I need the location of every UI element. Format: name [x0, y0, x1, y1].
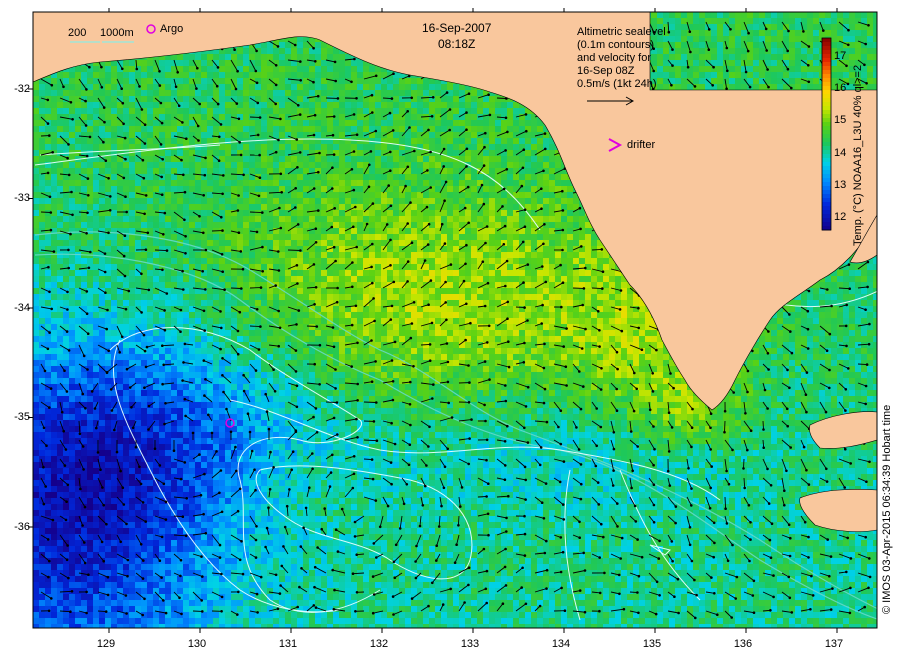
colorbar-segment: [822, 210, 831, 215]
colorbar-tick: 16: [834, 82, 847, 94]
colorbar-segment: [822, 206, 831, 211]
credit-text: © IMOS 03-Apr-2015 06:34:39 Hobart time: [881, 404, 893, 614]
x-tick-label: 137: [824, 638, 844, 650]
argo-legend-label: Argo: [160, 23, 184, 35]
y-tick-label: -32: [14, 83, 30, 95]
colorbar-segment: [822, 186, 831, 191]
colorbar-tick: 13: [834, 179, 847, 191]
y-tick-label: -36: [14, 521, 30, 533]
sst-map: [28, 8, 878, 633]
colorbar-segment: [822, 86, 831, 91]
colorbar-segment: [822, 106, 831, 111]
altimetry-line-5: 0.5m/s (1kt 24h): [577, 78, 657, 90]
colorbar-segment: [822, 214, 831, 219]
colorbar-tick: 12: [834, 211, 847, 223]
depth-200-label: 200: [68, 27, 87, 39]
colorbar-segment: [822, 154, 831, 159]
colorbar-tick: 14: [834, 147, 847, 159]
map-date: 16-Sep-2007: [422, 21, 492, 35]
colorbar-segment: [822, 182, 831, 187]
altimetry-line-1: Altimetric sealevel: [577, 26, 666, 38]
colorbar-segment: [822, 202, 831, 207]
colorbar-segment: [822, 66, 831, 71]
colorbar-segment: [822, 58, 831, 63]
colorbar-segment: [822, 90, 831, 95]
colorbar-segment: [822, 94, 831, 99]
drifter-legend-label: drifter: [627, 139, 656, 151]
colorbar-segment: [822, 222, 831, 227]
colorbar-segment: [822, 102, 831, 107]
altimetry-line-4: 16-Sep 08Z: [577, 65, 635, 77]
colorbar-segment: [822, 54, 831, 59]
colorbar-segment: [822, 190, 831, 195]
x-tick-label: 131: [278, 638, 298, 650]
colorbar-tick: 15: [834, 114, 847, 126]
colorbar-segment: [822, 130, 831, 135]
colorbar-segment: [822, 166, 831, 171]
colorbar-segment: [822, 46, 831, 51]
x-tick-label: 135: [642, 638, 662, 650]
y-tick-label: -35: [14, 411, 30, 423]
colorbar-segment: [822, 142, 831, 147]
depth-1000-label: 1000m: [100, 27, 134, 39]
colorbar-segment: [822, 74, 831, 79]
colorbar-segment: [822, 198, 831, 203]
altimetry-line-2: (0.1m contours): [577, 39, 655, 51]
colorbar-segment: [822, 50, 831, 55]
colorbar-segment: [822, 110, 831, 115]
colorbar-segment: [822, 38, 831, 43]
colorbar-segment: [822, 122, 831, 127]
colorbar-segment: [822, 134, 831, 139]
colorbar-segment: [822, 146, 831, 151]
colorbar-segment: [822, 42, 831, 47]
colorbar-segment: [822, 158, 831, 163]
x-tick-label: 130: [187, 638, 207, 650]
colorbar-segment: [822, 178, 831, 183]
colorbar-segment: [822, 114, 831, 119]
colorbar-tick: 17: [834, 50, 847, 62]
y-tick-label: -33: [14, 192, 30, 204]
altimetry-line-3: and velocity for: [577, 52, 651, 64]
x-tick-label: 129: [96, 638, 116, 650]
colorbar-title: Temp. (°C) NOAA16_L3U 40% ql>=2: [852, 64, 864, 246]
x-tick-label: 133: [460, 638, 480, 650]
x-tick-label: 136: [733, 638, 753, 650]
x-tick-label: 134: [551, 638, 571, 650]
y-tick-label: -34: [14, 302, 30, 314]
colorbar-segment: [822, 126, 831, 131]
map-time: 08:18Z: [438, 37, 476, 51]
colorbar-segment: [822, 218, 831, 223]
colorbar-segment: [822, 70, 831, 75]
x-tick-label: 132: [369, 638, 389, 650]
colorbar-segment: [822, 174, 831, 179]
colorbar-segment: [822, 82, 831, 87]
colorbar-segment: [822, 150, 831, 155]
colorbar-segment: [822, 98, 831, 103]
colorbar-segment: [822, 170, 831, 175]
colorbar-segment: [822, 62, 831, 67]
colorbar-segment: [822, 118, 831, 123]
colorbar-segment: [822, 78, 831, 83]
colorbar-segment: [822, 194, 831, 199]
colorbar-segment: [822, 162, 831, 167]
colorbar-segment: [822, 138, 831, 143]
map-plot-area: [33, 12, 877, 628]
